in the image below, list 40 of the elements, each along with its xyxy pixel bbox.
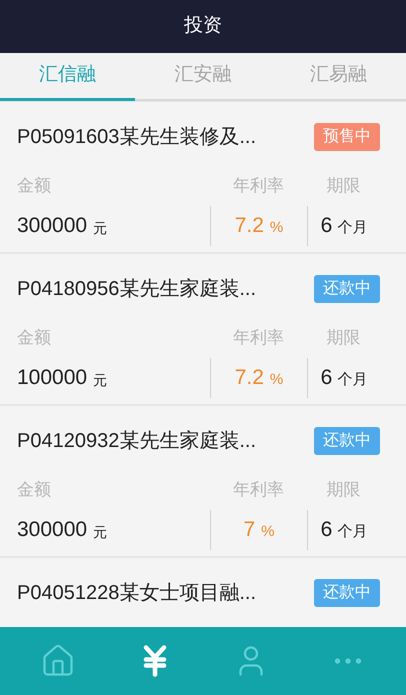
- amount-label: 金额: [17, 175, 52, 198]
- term-value: 6: [320, 517, 332, 544]
- term-value: 6: [320, 365, 332, 392]
- term-value: 6: [320, 213, 332, 240]
- page-title: 投资: [184, 14, 222, 38]
- amount-unit: 元: [93, 522, 108, 542]
- rate-unit: %: [270, 218, 284, 238]
- rate-label: 年利率: [232, 327, 285, 350]
- amount-value: 300000: [17, 213, 88, 240]
- term-unit: 个月: [337, 218, 368, 238]
- term-unit: 个月: [337, 370, 368, 390]
- term-label: 期限: [326, 327, 362, 350]
- amount-unit: 元: [93, 370, 108, 390]
- loan-card[interactable]: P04120932某先生家庭装... 还款中 金额 年利率 期限 300000 元 7 % 6 个月: [0, 406, 406, 556]
- rate-label: 年利率: [232, 175, 285, 198]
- amount-label: 金额: [17, 479, 52, 502]
- amount-label: 金额: [17, 327, 52, 350]
- loan-title: P04051228某女士项目融...: [17, 581, 256, 606]
- term-label: 期限: [326, 479, 362, 502]
- status-tag: 还款中: [314, 427, 380, 455]
- amount-value: 100000: [17, 365, 88, 392]
- amount-value: 300000: [17, 517, 88, 544]
- loan-title: P04120932某先生家庭装...: [17, 429, 256, 454]
- loan-title: P04180956某先生家庭装...: [17, 277, 256, 302]
- status-tag: 还款中: [314, 579, 380, 607]
- rate-value: 7.2: [234, 213, 264, 240]
- rate-unit: %: [261, 522, 275, 542]
- loan-card[interactable]: P04180956某先生家庭装... 还款中 金额 年利率 期限 100000 元 7.2 % 6 个月: [0, 254, 406, 404]
- loan-title: P05091603某先生装修及...: [17, 125, 256, 150]
- status-tag: 还款中: [314, 275, 380, 303]
- amount-unit: 元: [93, 218, 108, 238]
- rate-value: 7: [243, 517, 256, 544]
- term-unit: 个月: [337, 522, 368, 542]
- rate-label: 年利率: [232, 479, 285, 502]
- rate-unit: %: [270, 370, 284, 390]
- rate-value: 7.2: [234, 365, 264, 392]
- status-tag: 预售中: [314, 123, 380, 151]
- loan-card[interactable]: P05091603某先生装修及... 预售中 金额 年利率 期限 300000 元 7.2 % 6 个月: [0, 102, 406, 252]
- loan-card[interactable]: P04051228某女士项目融... 还款中: [0, 558, 406, 627]
- term-label: 期限: [326, 175, 362, 198]
